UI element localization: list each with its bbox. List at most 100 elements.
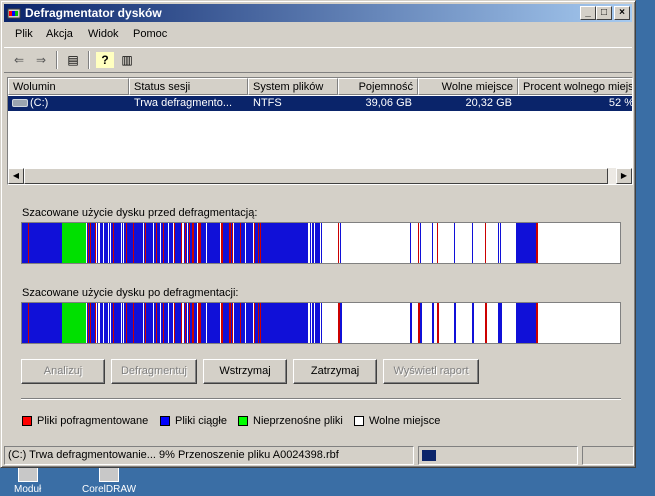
pause-button[interactable]: Wstrzymaj [203, 359, 287, 384]
disk-cluster [165, 303, 166, 343]
disk-cluster [240, 223, 241, 263]
disk-cluster [313, 303, 314, 343]
disk-cluster [437, 303, 439, 343]
disk-cluster [201, 223, 202, 263]
disk-cluster [252, 223, 253, 263]
disk-cluster [215, 303, 216, 343]
disk-cluster [156, 303, 157, 343]
disk-cluster [30, 223, 31, 263]
column-header-free-space[interactable]: Wolne miejsce [418, 78, 518, 95]
defragment-button[interactable]: Defragmentuj [111, 359, 197, 384]
disk-cluster [207, 223, 208, 263]
column-header-percent-free[interactable]: Procent wolnego miejsca [518, 78, 632, 95]
scrollbar-thumb[interactable] [24, 168, 608, 184]
disk-cluster [237, 303, 238, 343]
disk-map-after-graphic [22, 303, 538, 343]
disk-cluster [111, 223, 112, 263]
disk-cluster [472, 303, 474, 343]
column-header-capacity[interactable]: Pojemność [338, 78, 418, 95]
menu-plik[interactable]: Plik [15, 28, 33, 40]
disk-cluster [26, 303, 27, 343]
disk-cluster [148, 303, 149, 343]
legend-swatch-unmovable [238, 416, 248, 426]
minimize-button[interactable]: _ [580, 6, 596, 20]
disk-cluster [169, 223, 170, 263]
disk-cluster [141, 303, 142, 343]
menu-pomoc[interactable]: Pomoc [133, 28, 167, 40]
disk-cluster [236, 223, 237, 263]
forward-arrow-icon[interactable]: ⇒ [32, 52, 50, 68]
column-header-filesystem[interactable]: System plików [248, 78, 338, 95]
disk-cluster [245, 303, 246, 343]
view-report-button[interactable]: Wyświetl raport [383, 359, 479, 384]
disk-cluster [166, 223, 167, 263]
disk-cluster [134, 223, 135, 263]
horizontal-scrollbar[interactable]: ◀ ▶ [8, 168, 632, 184]
disk-cluster [135, 223, 136, 263]
disk-cluster [219, 223, 220, 263]
toolbar-separator [88, 51, 90, 69]
disk-cluster [192, 223, 193, 263]
disk-cluster [100, 223, 101, 263]
disk-cluster [516, 303, 536, 343]
disk-cluster [97, 303, 98, 343]
disk-cluster [100, 303, 101, 343]
help-icon[interactable]: ? [96, 52, 114, 68]
disk-cluster [156, 223, 157, 263]
disk-cluster [316, 223, 317, 263]
disk-cluster [113, 223, 114, 263]
disk-cluster [105, 303, 106, 343]
disk-cluster [25, 223, 26, 263]
table-row[interactable]: (C:) Trwa defragmento... NTFS 39,06 GB 2… [8, 96, 632, 111]
disk-cluster [32, 303, 33, 343]
analyze-button[interactable]: Analizuj [21, 359, 105, 384]
legend-swatch-fragmented [22, 416, 32, 426]
disk-cluster [154, 303, 155, 343]
disk-cluster [189, 223, 190, 263]
disk-cluster [31, 223, 32, 263]
disk-cluster [90, 223, 91, 263]
menu-akcja[interactable]: Akcja [46, 28, 73, 40]
disk-cluster [131, 303, 132, 343]
disk-cluster [418, 223, 419, 263]
close-button[interactable]: × [614, 6, 630, 20]
disk-cluster [142, 223, 143, 263]
disk-cluster [190, 303, 191, 343]
disk-cluster [122, 303, 123, 343]
disk-cluster [211, 303, 212, 343]
disk-cluster [209, 303, 210, 343]
disk-cluster [256, 303, 257, 343]
disk-cluster [95, 303, 96, 343]
disk-cluster [61, 303, 62, 343]
desktop-icon-module[interactable]: Moduł [14, 466, 41, 495]
column-header-volume[interactable]: Wolumin [8, 78, 129, 95]
disk-cluster [207, 303, 208, 343]
disk-cluster [151, 303, 152, 343]
back-arrow-icon[interactable]: ⇐ [10, 52, 28, 68]
console-icon[interactable]: ▥ [118, 52, 136, 68]
disk-cluster [168, 303, 169, 343]
disk-cluster [315, 303, 316, 343]
disk-cluster [91, 303, 92, 343]
disk-cluster [23, 303, 24, 343]
disk-cluster [229, 303, 230, 343]
scroll-right-icon[interactable]: ▶ [616, 168, 632, 184]
disk-cluster [40, 223, 60, 263]
progress-fill [422, 450, 436, 461]
desktop-icon-coreldraw[interactable]: CorelDRAW [82, 466, 136, 495]
disk-cluster [168, 223, 169, 263]
stop-button[interactable]: Zatrzymaj [293, 359, 377, 384]
toolbar: ⇐ ⇒ ▤ ? ▥ [4, 47, 632, 73]
disk-cluster [260, 223, 261, 263]
maximize-button[interactable]: □ [596, 6, 612, 20]
scroll-left-icon[interactable]: ◀ [8, 168, 24, 184]
title-bar[interactable]: Defragmentator dysków _ □ × [4, 4, 632, 22]
volume-list[interactable]: Wolumin Status sesji System plików Pojem… [7, 77, 633, 185]
disk-cluster [213, 223, 214, 263]
column-header-session-status[interactable]: Status sesji [129, 78, 248, 95]
disk-cluster [249, 303, 250, 343]
disk-cluster [258, 223, 259, 263]
show-hide-tree-icon[interactable]: ▤ [64, 52, 82, 68]
disk-cluster [212, 223, 213, 263]
menu-widok[interactable]: Widok [88, 28, 119, 40]
